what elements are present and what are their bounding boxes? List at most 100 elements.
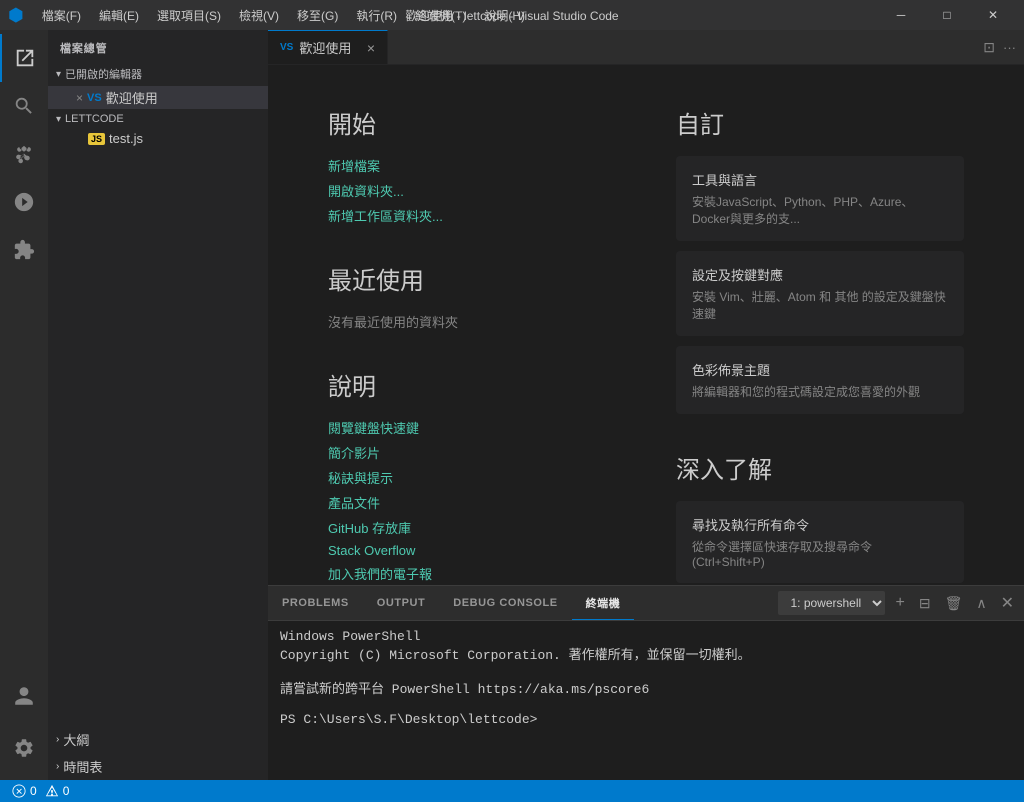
titlebar-controls: ─ □ ✕ bbox=[878, 0, 1016, 30]
recent-title: 最近使用 bbox=[328, 261, 616, 296]
terminal-add-button[interactable]: + bbox=[891, 590, 908, 616]
debug-console-tab[interactable]: DEBUG CONSOLE bbox=[439, 586, 571, 620]
settings-keymaps-card[interactable]: 設定及按鍵對應 安裝 Vim、壯麗、Atom 和 其他 的設定及鍵盤快速鍵 bbox=[676, 251, 964, 336]
file-item-testjs[interactable]: JS test.js bbox=[48, 129, 268, 148]
titlebar-title: 歡迎使用 - lettcode - Visual Studio Code bbox=[405, 7, 618, 24]
terminal-tab-btn[interactable]: 終端機 bbox=[572, 586, 635, 620]
vscode-file-icon: VS bbox=[87, 92, 102, 104]
settings-activity-icon[interactable] bbox=[0, 724, 48, 772]
open-folder-link[interactable]: 開啟資料夾... bbox=[328, 181, 616, 200]
welcome-page: 開始 新增檔案 開啟資料夾... 新增工作區資料夾... 最近使用 沒有最近使用… bbox=[268, 65, 1024, 585]
activity-bar bbox=[0, 30, 48, 780]
terminal-close-button[interactable]: ✕ bbox=[997, 589, 1018, 617]
file-label: test.js bbox=[109, 131, 143, 146]
open-editors-section[interactable]: ▾ 已開啟的編輯器 bbox=[48, 62, 268, 86]
documentation-link[interactable]: 產品文件 bbox=[328, 493, 616, 512]
newsletter-link[interactable]: 加入我們的電子報 bbox=[328, 564, 616, 583]
tab-vs-icon: VS bbox=[280, 42, 293, 53]
errors-status[interactable]: ✕ 0 0 bbox=[8, 784, 73, 798]
welcome-columns: 開始 新增檔案 開啟資料夾... 新增工作區資料夾... 最近使用 沒有最近使用… bbox=[328, 105, 964, 585]
find-commands-card[interactable]: 尋找及執行所有命令 從命令選擇區快速存取及搜尋命令 (Ctrl+Shift+P) bbox=[676, 501, 964, 583]
maximize-button[interactable]: □ bbox=[924, 0, 970, 30]
find-commands-desc: 從命令選擇區快速存取及搜尋命令 (Ctrl+Shift+P) bbox=[692, 538, 948, 569]
tips-tricks-link[interactable]: 秘訣與提示 bbox=[328, 468, 616, 487]
find-commands-title: 尋找及執行所有命令 bbox=[692, 515, 948, 534]
main-layout: 檔案總管 ▾ 已開啟的編輯器 × VS 歡迎使用 ▾ LETTCODE JS t… bbox=[0, 30, 1024, 780]
project-section[interactable]: ▾ LETTCODE bbox=[48, 109, 268, 129]
color-theme-card[interactable]: 色彩佈景主題 將編輯器和您的程式碼設定成您喜愛的外觀 bbox=[676, 346, 964, 414]
add-workspace-link[interactable]: 新增工作區資料夾... bbox=[328, 206, 616, 225]
menu-item-r[interactable]: 執行(R) bbox=[348, 5, 405, 26]
terminal-actions: 1: powershell + ⊟ 🗑 ∧ ✕ bbox=[772, 586, 1024, 620]
menu-item-v[interactable]: 檢視(V) bbox=[231, 5, 287, 26]
debug-activity-icon[interactable] bbox=[0, 178, 48, 226]
sidebar-bottom: › 大綱 › 時間表 bbox=[48, 726, 268, 780]
menu-item-f[interactable]: 檔案(F) bbox=[34, 5, 89, 26]
welcome-tab[interactable]: VS 歡迎使用 × bbox=[268, 30, 388, 64]
js-file-icon: JS bbox=[88, 133, 105, 145]
new-file-link[interactable]: 新增檔案 bbox=[328, 156, 616, 175]
project-label: LETTCODE bbox=[65, 113, 124, 125]
more-actions-icon[interactable]: ··· bbox=[1003, 40, 1016, 55]
extensions-activity-icon[interactable] bbox=[0, 226, 48, 274]
svg-text:✕: ✕ bbox=[15, 787, 22, 797]
explorer-activity-icon[interactable] bbox=[0, 34, 48, 82]
outline-section[interactable]: › 大綱 bbox=[48, 726, 268, 753]
tab-close-icon[interactable]: × bbox=[367, 40, 375, 56]
sidebar: 檔案總管 ▾ 已開啟的編輯器 × VS 歡迎使用 ▾ LETTCODE JS t… bbox=[48, 30, 268, 780]
menu-item-s[interactable]: 選取項目(S) bbox=[149, 5, 229, 26]
terminal-area: PROBLEMS OUTPUT DEBUG CONSOLE 終端機 1: pow… bbox=[268, 585, 1024, 780]
github-repo-link[interactable]: GitHub 存放庫 bbox=[328, 518, 616, 537]
tools-languages-card[interactable]: 工具與語言 安裝JavaScript、Python、PHP、Azure、Dock… bbox=[676, 156, 964, 241]
timeline-section[interactable]: › 時間表 bbox=[48, 753, 268, 780]
terminal-shell-selector[interactable]: 1: powershell bbox=[778, 591, 885, 615]
stackoverflow-link[interactable]: Stack Overflow bbox=[328, 543, 616, 558]
open-editor-welcome[interactable]: × VS 歡迎使用 bbox=[48, 86, 268, 109]
terminal-trash-button[interactable]: 🗑 bbox=[941, 591, 967, 616]
tab-label: 歡迎使用 bbox=[299, 38, 351, 57]
account-activity-icon[interactable] bbox=[0, 672, 48, 720]
search-activity-icon[interactable] bbox=[0, 82, 48, 130]
welcome-right-col: 自訂 工具與語言 安裝JavaScript、Python、PHP、Azure、D… bbox=[676, 105, 964, 585]
settings-keymaps-desc: 安裝 Vim、壯麗、Atom 和 其他 的設定及鍵盤快速鍵 bbox=[692, 288, 948, 322]
warning-count: 0 bbox=[63, 784, 70, 798]
vscode-icon: ⬢ bbox=[8, 5, 24, 26]
terminal-line-2: Copyright (C) Microsoft Corporation. 著作權… bbox=[280, 644, 1012, 663]
learn-title: 深入了解 bbox=[676, 450, 964, 485]
open-editors-chevron: ▾ bbox=[56, 69, 61, 80]
statusbar-left: ✕ 0 0 bbox=[8, 784, 73, 798]
help-section: 說明 閱覽鍵盤快速鍵 簡介影片 秘訣與提示 產品文件 GitHub 存放庫 St… bbox=[328, 367, 616, 583]
project-chevron: ▾ bbox=[56, 114, 61, 125]
help-title: 說明 bbox=[328, 367, 616, 402]
open-editor-label: 歡迎使用 bbox=[106, 88, 158, 107]
error-count: 0 bbox=[30, 784, 37, 798]
outline-chevron: › bbox=[56, 734, 59, 745]
terminal-line-4: 請嘗試新的跨平台 PowerShell https://aka.ms/pscor… bbox=[280, 678, 1012, 697]
activity-bottom bbox=[0, 672, 48, 780]
terminal-line-6: PS C:\Users\S.F\Desktop\lettcode> bbox=[280, 712, 1012, 727]
output-tab[interactable]: OUTPUT bbox=[363, 586, 440, 620]
outline-label: 大綱 bbox=[63, 730, 89, 749]
keyboard-shortcuts-link[interactable]: 閱覽鍵盤快速鍵 bbox=[328, 418, 616, 437]
terminal-maximize-button[interactable]: ∧ bbox=[972, 591, 990, 616]
intro-videos-link[interactable]: 簡介影片 bbox=[328, 443, 616, 462]
tab-bar: VS 歡迎使用 × ⊡ ··· bbox=[268, 30, 1024, 65]
terminal-line-1: Windows PowerShell bbox=[280, 629, 1012, 644]
settings-keymaps-title: 設定及按鍵對應 bbox=[692, 265, 948, 284]
editor-close-icon[interactable]: × bbox=[76, 91, 83, 105]
timeline-chevron: › bbox=[56, 761, 59, 772]
recent-empty: 沒有最近使用的資料夾 bbox=[328, 312, 616, 331]
statusbar: ✕ 0 0 bbox=[0, 780, 1024, 802]
minimize-button[interactable]: ─ bbox=[878, 0, 924, 30]
source-control-activity-icon[interactable] bbox=[0, 130, 48, 178]
menu-item-e[interactable]: 編輯(E) bbox=[91, 5, 147, 26]
terminal-content[interactable]: Windows PowerShell Copyright (C) Microso… bbox=[268, 621, 1024, 780]
close-button[interactable]: ✕ bbox=[970, 0, 1016, 30]
start-section: 開始 新增檔案 開啟資料夾... 新增工作區資料夾... bbox=[328, 105, 616, 225]
split-editor-icon[interactable]: ⊡ bbox=[983, 39, 995, 56]
welcome-left-col: 開始 新增檔案 開啟資料夾... 新增工作區資料夾... 最近使用 沒有最近使用… bbox=[328, 105, 616, 585]
customize-title: 自訂 bbox=[676, 105, 964, 140]
menu-item-g[interactable]: 移至(G) bbox=[289, 5, 346, 26]
problems-tab[interactable]: PROBLEMS bbox=[268, 586, 363, 620]
terminal-split-button[interactable]: ⊟ bbox=[915, 591, 935, 616]
